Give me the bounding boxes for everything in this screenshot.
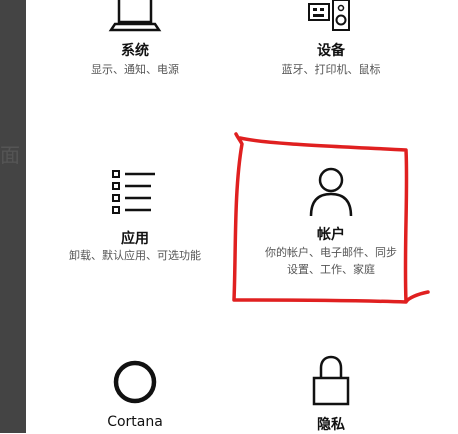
- settings-tile-system[interactable]: 系统 显示、通知、电源: [50, 0, 220, 110]
- settings-tile-accounts[interactable]: 帐户 你的帐户、电子邮件、同步 设置、工作、家庭: [246, 160, 416, 300]
- tile-title-devices: 设备: [317, 43, 345, 59]
- tile-desc-apps: 卸载、默认应用、可选功能: [69, 249, 201, 262]
- person-icon: [309, 167, 353, 217]
- tile-desc-accounts-line1: 你的帐户、电子邮件、同步: [265, 246, 397, 259]
- laptop-icon: [108, 0, 162, 32]
- settings-tile-privacy[interactable]: 隐私: [246, 350, 416, 433]
- tile-title-accounts: 帐户: [317, 227, 345, 243]
- keyboard-speaker-icon: [308, 0, 350, 31]
- tile-title-cortana: Cortana: [107, 414, 163, 430]
- tile-desc-accounts-line2: 设置、工作、家庭: [287, 263, 375, 276]
- left-window-strip: [0, 0, 26, 433]
- settings-tile-cortana[interactable]: Cortana: [50, 350, 220, 433]
- lock-icon: [312, 355, 350, 406]
- list-icon: [112, 170, 155, 214]
- settings-tile-devices[interactable]: 设备 蓝牙、打印机、鼠标: [246, 0, 416, 110]
- circle-icon: [113, 360, 157, 404]
- left-window-text-fragment: 面: [0, 143, 20, 167]
- settings-tile-apps[interactable]: 应用 卸载、默认应用、可选功能: [50, 160, 220, 300]
- tile-title-apps: 应用: [121, 231, 149, 247]
- tile-desc-system: 显示、通知、电源: [91, 63, 179, 76]
- tile-title-system: 系统: [121, 43, 149, 59]
- tile-desc-devices: 蓝牙、打印机、鼠标: [281, 63, 381, 76]
- tile-title-privacy: 隐私: [317, 417, 345, 433]
